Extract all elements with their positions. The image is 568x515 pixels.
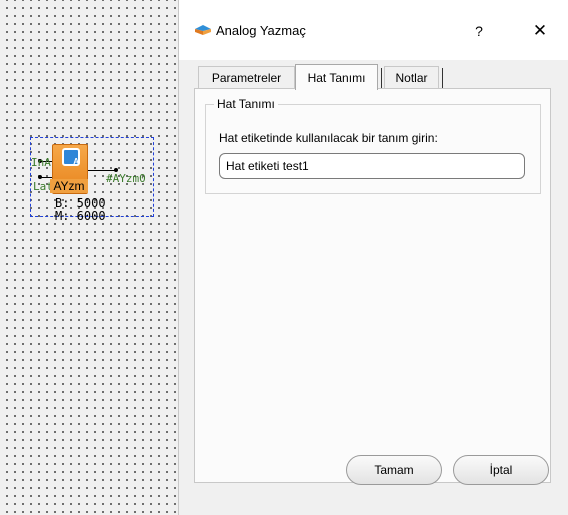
input-label-ina: InA bbox=[31, 156, 51, 169]
dialog-titlebar[interactable]: Analog Yazmaç ? ✕ bbox=[179, 0, 568, 60]
analog-register-icon: A bbox=[62, 148, 80, 166]
tab-line-definition[interactable]: Hat Tanımı bbox=[295, 64, 378, 90]
ok-button[interactable]: Tamam bbox=[346, 455, 442, 485]
analog-register-block[interactable]: A AYzm bbox=[50, 144, 88, 194]
instruction-label: Hat etiketinde kullanılacak bir tanım gi… bbox=[219, 131, 438, 145]
tab-panel-line-definition: Hat Tanımı Hat etiketinde kullanılacak b… bbox=[194, 88, 551, 483]
input-pin-lat-dot[interactable] bbox=[38, 175, 42, 179]
dialog-title: Analog Yazmaç bbox=[216, 23, 306, 38]
block-name: AYzm bbox=[50, 179, 88, 193]
cancel-button[interactable]: İptal bbox=[453, 455, 549, 485]
tab-separator bbox=[381, 68, 382, 88]
block-param-b: B: 5000 bbox=[55, 196, 106, 210]
line-label-input[interactable] bbox=[219, 153, 525, 179]
line-definition-group: Hat Tanımı Hat etiketinde kullanılacak b… bbox=[205, 97, 541, 194]
close-button[interactable]: ✕ bbox=[525, 18, 555, 44]
ladder-canvas[interactable]: InA Lat #AYzm0 A AYzm B: 5000 M: 6000 bbox=[0, 0, 180, 515]
analog-register-dialog: Analog Yazmaç ? ✕ Parametreler Hat Tanım… bbox=[179, 0, 568, 515]
help-button[interactable]: ? bbox=[464, 18, 494, 44]
tab-separator bbox=[442, 68, 443, 88]
app-logo-icon bbox=[195, 25, 211, 35]
tab-parameters[interactable]: Parametreler bbox=[198, 66, 295, 88]
output-pin-wire bbox=[88, 170, 116, 171]
group-title: Hat Tanımı bbox=[214, 97, 278, 111]
tab-notes[interactable]: Notlar bbox=[384, 66, 439, 88]
block-param-m: M: 6000 bbox=[55, 209, 106, 223]
output-label: #AYzm0 bbox=[106, 172, 146, 185]
